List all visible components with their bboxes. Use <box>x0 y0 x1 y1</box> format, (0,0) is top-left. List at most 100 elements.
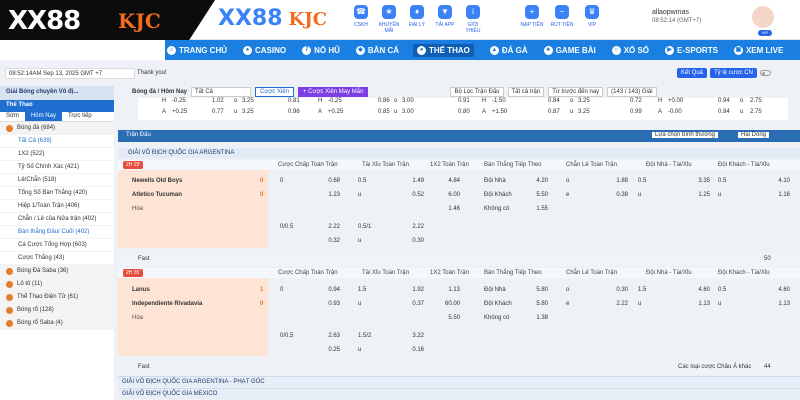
result-button[interactable]: Kết Quả <box>677 68 708 78</box>
odd[interactable]: 0.72 <box>630 98 642 104</box>
lucky-parlay-button[interactable]: + Cược Xiên May Mắn <box>297 87 369 97</box>
odd[interactable]: 3.35 <box>688 178 710 184</box>
odd[interactable]: 5.80 <box>526 301 548 307</box>
sidebar-item[interactable]: Bàn thắng Đầu/ Cuối (402) <box>0 226 114 239</box>
odd[interactable]: 2.63 <box>318 333 340 339</box>
top-nav-promo[interactable]: ★ KHUYẾN MÃI <box>378 5 400 34</box>
odd[interactable]: 0.16 <box>402 347 424 353</box>
odd[interactable]: 0.86 <box>378 98 390 104</box>
odd[interactable]: 0.30 <box>402 238 424 244</box>
sidebar-item[interactable]: Cược Thắng (43) <box>0 252 114 265</box>
league-header-2[interactable]: GIẢI VÔ ĐỊCH QUỐC GIA ARGENTINA - PHẠT G… <box>118 376 800 387</box>
odd[interactable]: 0.77 <box>212 109 224 115</box>
odd[interactable]: 1.23 <box>318 192 340 198</box>
league-header[interactable]: GIẢI VÔ ĐỊCH QUỐC GIA ARGENTINA <box>118 148 800 158</box>
nav-slot[interactable]: 7 NỔ HŨ <box>300 45 340 55</box>
odd[interactable]: 5.80 <box>526 287 548 293</box>
nav-lottery[interactable]: ○ XỔ SỐ <box>610 45 649 55</box>
tab-live[interactable]: Trực tiếp <box>62 112 98 121</box>
top-nav-app[interactable]: ▼ TẢI APP <box>434 5 456 34</box>
fast-label[interactable]: Fast <box>138 256 150 262</box>
sidebar-item-basketball[interactable]: Bóng rổ (128) <box>0 304 114 317</box>
avatar[interactable] <box>750 4 776 30</box>
odd[interactable]: 0.32 <box>318 238 340 244</box>
odd[interactable]: 4.84 <box>438 178 460 184</box>
nav-casino[interactable]: ♠ CASINO <box>241 45 286 55</box>
tab-early[interactable]: Sớm <box>0 112 25 121</box>
sidebar-item[interactable]: Tất Cả (639) <box>0 135 114 148</box>
vip-button[interactable]: ♛ VIP <box>580 5 604 28</box>
sidebar-item-basketball-saba[interactable]: Bóng rổ Saba (4) <box>0 317 114 330</box>
odd[interactable]: 60.00 <box>438 301 460 307</box>
odd[interactable]: 0.87 <box>548 109 560 115</box>
nav-cards[interactable]: ♣ GAME BÀI <box>542 45 596 55</box>
odd[interactable]: 1.02 <box>212 98 224 104</box>
odd[interactable]: 0.30 <box>606 287 628 293</box>
odd[interactable]: 0.94 <box>718 98 730 104</box>
odd[interactable]: 1.88 <box>606 178 628 184</box>
sidebar-sport-header[interactable]: Thể Thao <box>0 100 114 112</box>
more-markets-count[interactable]: 50 <box>764 256 771 262</box>
odd[interactable]: 5.50 <box>438 315 460 321</box>
nav-home[interactable]: ⌂ TRANG CHỦ <box>165 45 227 55</box>
match-filter-select[interactable]: Bộ Lọc Trận Đấu <box>450 87 504 97</box>
more-markets-count[interactable]: 44 <box>764 364 771 370</box>
sidebar-item[interactable]: Chẵn / Lẻ của Nửa trận (402) <box>0 213 114 226</box>
sidebar-item[interactable]: Tổng Số Bàn Thắng (420) <box>0 187 114 200</box>
nav-sport[interactable]: ● THỂ THAO <box>413 43 474 57</box>
odd[interactable]: 0.91 <box>458 98 470 104</box>
odd[interactable]: 1.92 <box>402 287 424 293</box>
odd[interactable]: 1.13 <box>438 287 460 293</box>
sidebar-item[interactable]: Hiệp 1/Toàn Trận (406) <box>0 200 114 213</box>
nav-chicken[interactable]: ▲ ĐÁ GÀ <box>488 45 528 55</box>
odd[interactable]: 0.99 <box>630 109 642 115</box>
all-matches-select[interactable]: Tất cả trận <box>507 87 545 97</box>
brand-logo-secondary[interactable]: XX88 KJC <box>218 6 327 31</box>
sidebar-item[interactable]: Lẻ/Chẵn (518) <box>0 174 114 187</box>
odd[interactable]: 4.60 <box>768 287 790 293</box>
nav-fish[interactable]: ◆ BẮN CÁ <box>354 45 399 55</box>
odd[interactable]: 0.96 <box>288 109 300 115</box>
odd[interactable]: 1.38 <box>526 315 548 321</box>
odd[interactable]: 4.20 <box>526 178 548 184</box>
odd[interactable]: 4.60 <box>688 287 710 293</box>
odd[interactable]: 1.16 <box>768 192 790 198</box>
other-markets-select[interactable]: Các loại cược Châu Á khác <box>678 364 751 370</box>
top-nav-agent[interactable]: ♦ ĐẠI LÝ <box>406 5 428 34</box>
odd[interactable]: 0.84 <box>548 98 560 104</box>
odd[interactable]: 0.80 <box>458 109 470 115</box>
user-info[interactable]: allaopwmas 08:52:14 (GMT+7) <box>652 9 701 24</box>
time-range-select[interactable]: Từ trước đến nay <box>548 87 604 97</box>
odds-display-select[interactable]: Lựa chọn bình thường <box>652 132 719 138</box>
odd[interactable]: 3.22 <box>402 333 424 339</box>
odd[interactable]: 0.85 <box>378 109 390 115</box>
odd[interactable]: 0.38 <box>606 192 628 198</box>
row-mode-select[interactable]: Hai Dòng <box>738 132 770 138</box>
odd[interactable]: 1.13 <box>688 301 710 307</box>
odd[interactable]: 1.25 <box>688 192 710 198</box>
league-count[interactable]: (143 / 143) Giải <box>607 87 657 97</box>
top-nav-cskh[interactable]: ☎ CSKH <box>350 5 372 34</box>
sidebar-item-saba[interactable]: Bóng Đá Saba (36) <box>0 265 114 278</box>
tab-today[interactable]: Hôm Nay <box>24 112 62 121</box>
sidebar-item[interactable]: Cá Cược Tổng Hợp (603) <box>0 239 114 252</box>
sidebar-item-lotto[interactable]: Lô tô (11) <box>0 278 114 291</box>
sidebar-item-football[interactable]: Bóng đá (684) <box>0 122 114 135</box>
brand-logo-block[interactable]: XX88 KJC <box>0 0 215 40</box>
top-nav-about[interactable]: i GIỚI THIỆU <box>462 5 484 34</box>
odd[interactable]: 5.50 <box>526 192 548 198</box>
sidebar-item[interactable]: Tỷ Số Chính Xác (421) <box>0 161 114 174</box>
odd[interactable]: 1.55 <box>526 206 548 212</box>
sidebar-league-header[interactable]: Giải Bóng chuyền Vô đị... <box>0 86 114 100</box>
parlay-button[interactable]: Cược Xiên <box>255 87 294 97</box>
odd[interactable]: 2.22 <box>318 224 340 230</box>
sidebar-item[interactable]: 1X2 (522) <box>0 148 114 161</box>
odd[interactable]: 0.52 <box>402 192 424 198</box>
odds-type-select[interactable]: Tỷ lệ cược CN <box>710 68 757 78</box>
odd[interactable]: 1.13 <box>768 301 790 307</box>
toggle-switch[interactable] <box>759 70 771 76</box>
odd[interactable]: 4.10 <box>768 178 790 184</box>
odd[interactable]: 0.25 <box>318 347 340 353</box>
withdraw-button[interactable]: − RÚT TIỀN <box>550 5 574 28</box>
odd[interactable]: 0.81 <box>288 98 300 104</box>
